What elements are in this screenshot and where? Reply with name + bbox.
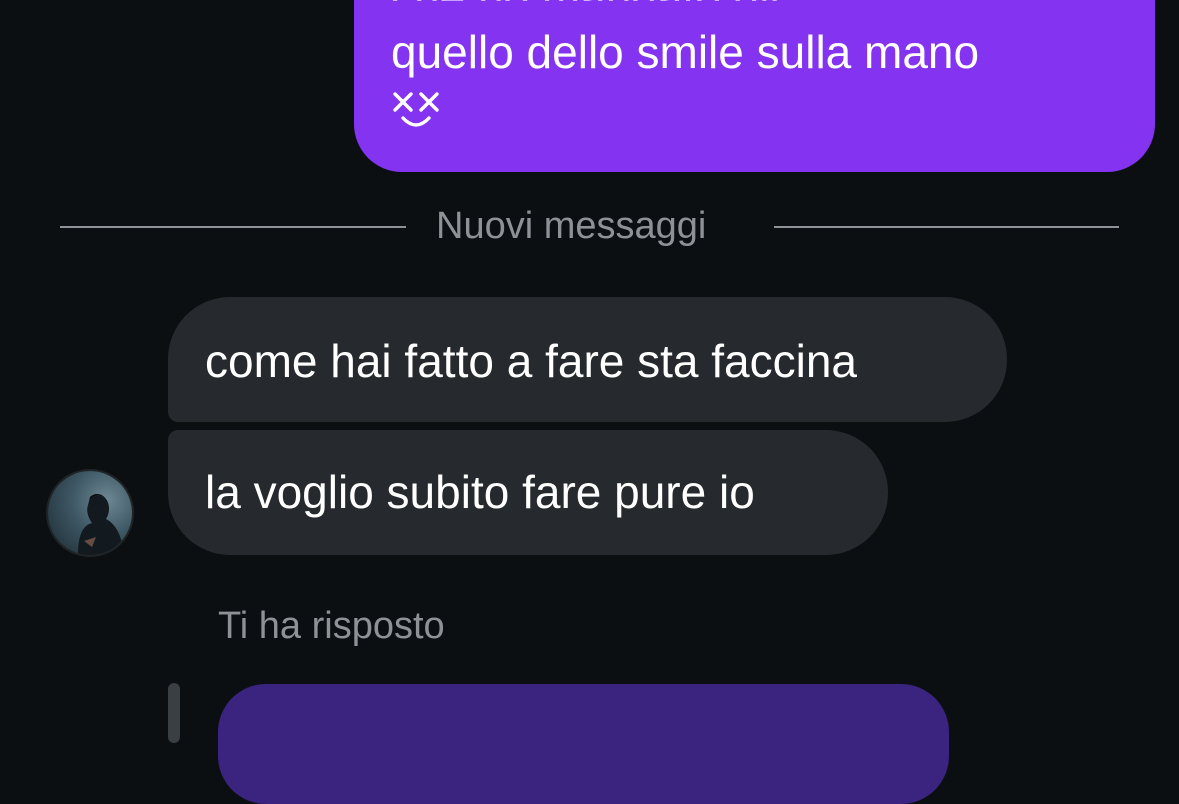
outgoing-message-bubble[interactable]: che ho mandato gli quello dello smile su… <box>354 0 1155 172</box>
incoming-message-text: come hai fatto a fare sta faccina <box>205 335 858 387</box>
incoming-message-text: la voglio subito fare pure io <box>205 466 755 518</box>
divider-line-left <box>60 226 406 228</box>
new-messages-label: Nuovi messaggi <box>436 205 707 247</box>
avatar[interactable] <box>48 471 132 555</box>
new-messages-divider: Nuovi messaggi <box>60 206 1119 246</box>
incoming-message-bubble[interactable]: la voglio subito fare pure io <box>168 430 888 555</box>
xx-smile-face-icon <box>391 90 451 136</box>
chat-thread: che ho mandato gli quello dello smile su… <box>0 0 1179 804</box>
reply-quote-bar <box>168 683 180 743</box>
outgoing-message-partial-line: che ho mandato gli <box>391 0 780 1</box>
outgoing-message-text: quello dello smile sulla mano <box>391 26 980 78</box>
divider-line-right <box>774 226 1119 228</box>
avatar-person-icon <box>78 493 124 555</box>
incoming-message-bubble[interactable]: come hai fatto a fare sta faccina <box>168 297 1007 422</box>
quoted-reply-bubble[interactable] <box>218 684 949 804</box>
replied-to-you-label: Ti ha risposto <box>218 605 445 647</box>
